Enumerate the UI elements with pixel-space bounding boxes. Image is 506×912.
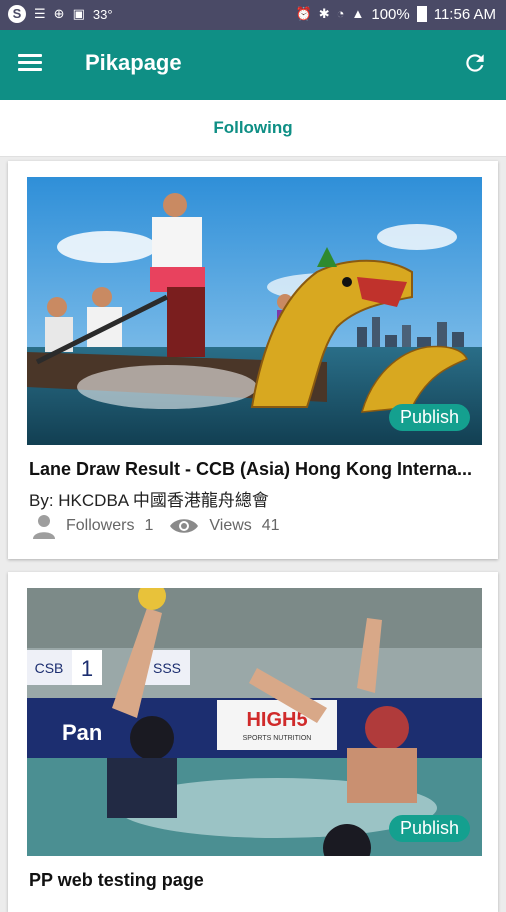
page-card[interactable]: HIGH5 SPORTS NUTRITION Pan CSB 1 SSS Pub… — [8, 572, 498, 912]
skype-icon: S — [8, 5, 26, 23]
card-author: By: HKCDBA 中國香港龍舟總會 — [29, 491, 269, 510]
publish-badge[interactable]: Publish — [388, 815, 470, 842]
tab-following[interactable]: Following — [0, 118, 506, 138]
person-icon — [33, 515, 55, 539]
score-label-left: CSB — [35, 660, 64, 676]
card-cover-image[interactable]: HIGH5 SPORTS NUTRITION Pan CSB 1 SSS Pub… — [27, 588, 482, 856]
banner-brand: HIGH5 — [246, 709, 307, 731]
eye-icon — [170, 519, 199, 533]
banner-sponsor-text: Pan — [62, 720, 102, 745]
clock: 11:56 AM — [433, 5, 496, 23]
score-label-right: SSS — [153, 660, 181, 676]
app-title: Pikapage — [85, 50, 182, 75]
publish-badge[interactable]: Publish — [388, 404, 470, 431]
card-cover-image[interactable]: Publish — [27, 177, 482, 445]
status-bar: S ☰ ⊕ ▣ 33° ⏰ ✱ ◔ ▲ 100% 11:56 AM — [0, 0, 506, 30]
menu-icon[interactable] — [18, 54, 42, 74]
views-stat: Views 41 — [169, 516, 280, 536]
followers-count: 1 — [144, 517, 154, 534]
followers-label: Followers — [66, 517, 135, 534]
volte-icon: ⊕ — [53, 6, 65, 21]
followers-stat: Followers 1 — [32, 513, 153, 539]
bluetooth-icon: ✱ — [318, 6, 330, 21]
refresh-icon[interactable] — [462, 50, 488, 76]
views-count: 41 — [261, 517, 280, 534]
score-value-left: 1 — [81, 656, 93, 681]
notes-icon: ☰ — [34, 6, 46, 21]
temperature-label: 33° — [92, 6, 113, 22]
app-bar: Pikapage — [0, 30, 506, 100]
tab-bar: Following — [0, 100, 506, 157]
battery-icon — [416, 6, 427, 22]
card-title[interactable]: Lane Draw Result - CCB (Asia) Hong Kong … — [29, 459, 484, 480]
battery-level: 100% — [371, 5, 410, 23]
page-card[interactable]: Publish Lane Draw Result - CCB (Asia) Ho… — [8, 161, 498, 559]
banner-subtext: SPORTS NUTRITION — [243, 735, 312, 742]
signal-icon: ▲ — [351, 6, 365, 21]
wifi-icon: ◔ — [336, 6, 345, 21]
card-title[interactable]: PP web testing page — [29, 870, 484, 891]
image-icon: ▣ — [72, 6, 85, 21]
alarm-icon: ⏰ — [295, 6, 312, 21]
views-label: Views — [209, 517, 252, 534]
card-stats: Followers 1 Views 41 — [32, 513, 296, 539]
